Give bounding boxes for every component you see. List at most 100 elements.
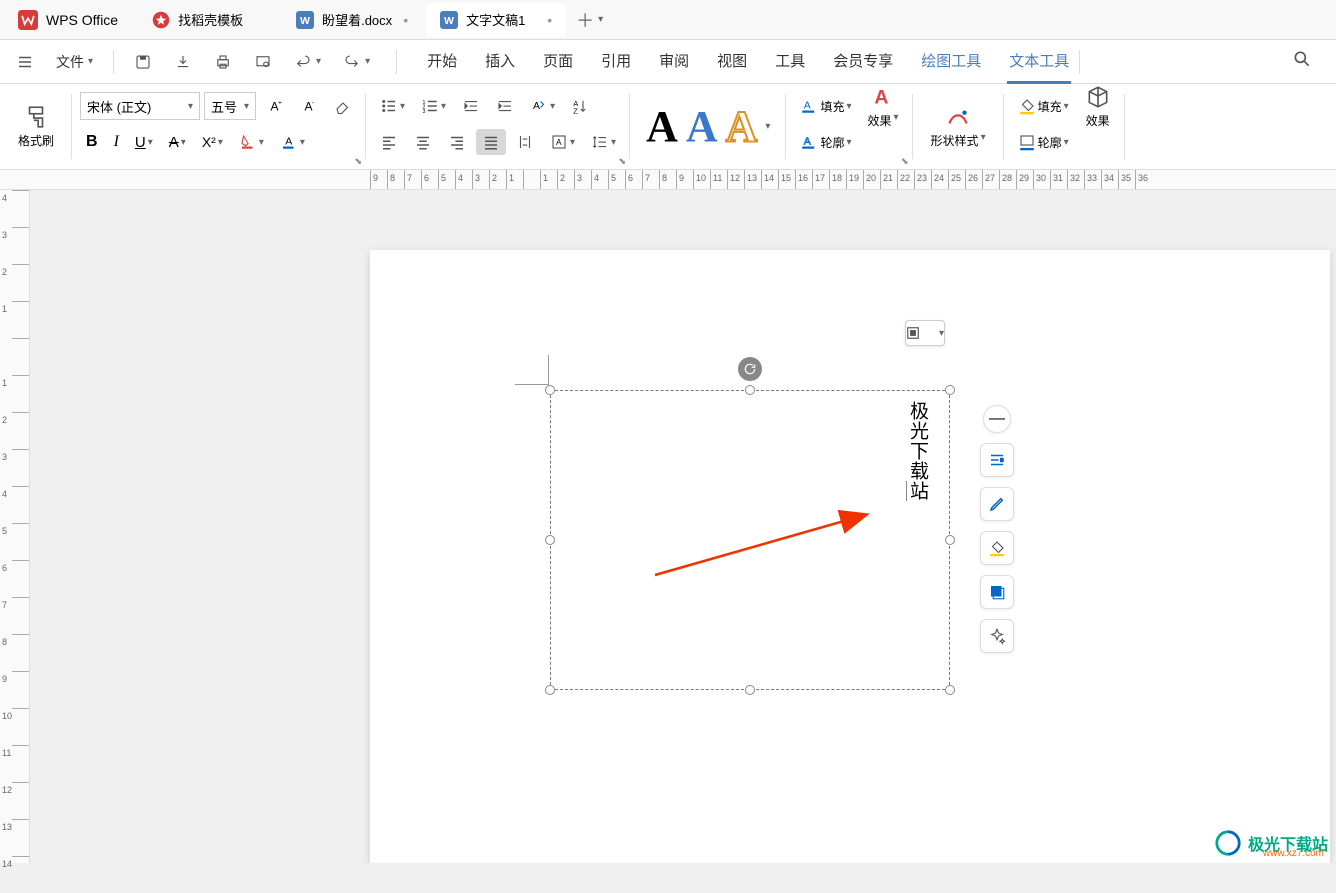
redo-button[interactable]: ▾ [335,47,378,77]
chevron-down-icon[interactable]: ▾ [765,121,770,132]
text-direction-button[interactable]: A▾ [544,129,581,155]
new-tab-button[interactable]: ＋ ▾ [568,7,611,33]
increase-font-icon: A+ [266,97,284,115]
bullets-button[interactable]: ▾ [374,93,411,119]
resize-handle[interactable] [945,685,955,695]
resize-handle[interactable] [545,385,555,395]
group-launcher[interactable]: ⬊ [901,156,909,167]
shape-fill-button[interactable]: 填充▾ [1012,93,1075,119]
print-button[interactable] [206,47,240,77]
numbering-icon: 123 [421,97,439,115]
resize-handle[interactable] [745,385,755,395]
font-name-value: 宋体 (正文) [87,97,151,116]
distribute-button[interactable] [510,129,540,155]
font-size-select[interactable]: 五号▾ [204,92,256,120]
shadow-tool[interactable] [980,575,1014,609]
edit-tool[interactable] [980,487,1014,521]
horizontal-ruler[interactable]: 9876543211234567891011121314151617181920… [0,170,1336,190]
export-icon [174,53,192,71]
text-outline-button[interactable]: A轮廓▾ [794,129,857,155]
font-color-button[interactable]: A▾ [274,129,311,155]
search-button[interactable] [1276,49,1328,74]
strikethrough-button[interactable]: A▾ [163,130,192,155]
increase-indent-button[interactable] [490,93,520,119]
sort-button[interactable]: AZ [565,93,595,119]
bold-button[interactable]: B [80,129,104,155]
line-spacing-button[interactable]: ▾ [585,129,622,155]
align-right-button[interactable] [442,129,472,155]
text-wrap-tool[interactable] [980,443,1014,477]
layout-options-button[interactable]: ▾ [905,320,945,346]
magic-tool[interactable] [980,619,1014,653]
increase-font-button[interactable]: A+ [260,93,290,119]
resize-handle[interactable] [545,685,555,695]
save-button[interactable] [126,47,160,77]
italic-button[interactable]: I [108,129,125,155]
wordart-style-2[interactable]: A [686,101,718,152]
group-launcher[interactable]: ⬊ [354,156,362,167]
hamburger-menu[interactable] [8,47,42,77]
fill-tool[interactable] [980,531,1014,565]
wordart-style-3[interactable]: A [726,101,758,152]
align-right-icon [448,133,466,151]
decrease-indent-button[interactable] [456,93,486,119]
rotate-handle[interactable] [738,357,762,381]
tab-tools[interactable]: 工具 [773,40,807,84]
tab-review[interactable]: 审阅 [657,40,691,84]
bucket-icon [1018,97,1036,115]
tab-text-tools[interactable]: 文本工具 [1007,40,1071,84]
shape-style-button[interactable]: 形状样式▾ [921,88,996,164]
tab-doc-1[interactable]: W 盼望着.docx • [282,3,422,37]
tab-drawing-tools[interactable]: 绘图工具 [919,40,983,84]
tab-doc-2[interactable]: W 文字文稿1 • [426,3,566,37]
numbering-button[interactable]: 123▾ [415,93,452,119]
wordart-style-1[interactable]: A [646,101,678,152]
file-label: 文件 [56,52,84,72]
tab-page[interactable]: 页面 [541,40,575,84]
tab-view[interactable]: 视图 [715,40,749,84]
font-name-select[interactable]: 宋体 (正文)▾ [80,92,200,120]
wordart-gallery[interactable]: A A A ▾ [638,101,778,152]
align-left-button[interactable] [374,129,404,155]
chevron-down-icon: ▾ [259,137,264,148]
collapse-tools-button[interactable]: — [983,405,1011,433]
highlight-button[interactable]: ▾ [233,129,270,155]
textbox-text[interactable]: 极光下载站 [904,401,931,501]
save-icon [134,53,152,71]
clear-format-button[interactable] [328,93,358,119]
tab-ref[interactable]: 引用 [599,40,633,84]
file-menu[interactable]: 文件 ▾ [48,46,101,78]
document-canvas[interactable]: ▾ 极光下载站 — [30,190,1336,863]
shape-outline-button[interactable]: 轮廓▾ [1012,129,1075,155]
resize-handle[interactable] [945,535,955,545]
svg-text:A: A [874,86,888,108]
tab-templates[interactable]: 找稻壳模板 [138,3,278,37]
svg-text:A: A [285,135,292,147]
group-launcher[interactable]: ⬊ [619,156,627,167]
ribbon: 格式刷 宋体 (正文)▾ 五号▾ A+ A- B I U▾ A▾ X²▾ ▾ A… [0,84,1336,170]
outline-icon [1018,133,1036,151]
undo-button[interactable]: ▾ [286,47,329,77]
superscript-button[interactable]: X²▾ [196,130,229,154]
bullets-icon [380,97,398,115]
chevron-down-icon: ▾ [365,56,370,67]
redo-icon [343,53,361,71]
vertical-ruler[interactable]: 43211234567891011121314 [0,190,30,863]
resize-handle[interactable] [745,685,755,695]
tab-start[interactable]: 开始 [425,40,459,84]
align-justify-button[interactable] [476,129,506,155]
resize-handle[interactable] [945,385,955,395]
format-painter-button[interactable]: 格式刷 [8,88,64,164]
align-center-button[interactable] [408,129,438,155]
layout-icon [906,326,920,340]
print-preview-button[interactable] [246,47,280,77]
underline-button[interactable]: U▾ [129,130,159,155]
resize-handle[interactable] [545,535,555,545]
tab-insert[interactable]: 插入 [483,40,517,84]
export-button[interactable] [166,47,200,77]
chevron-down-icon: ▾ [218,137,223,148]
text-fill-button[interactable]: A填充▾ [794,93,857,119]
char-scale-button[interactable]: A▾ [524,93,561,119]
decrease-font-button[interactable]: A- [294,93,324,119]
search-icon [1292,49,1312,69]
